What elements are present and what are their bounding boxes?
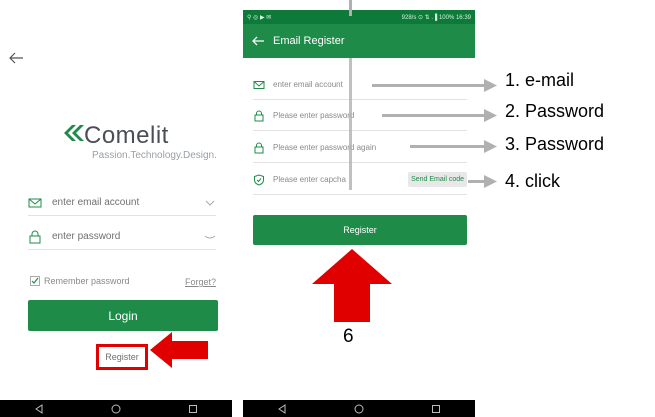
shield-icon — [254, 173, 264, 186]
tagline: Passion.Technology.Design. — [92, 150, 217, 161]
annotation-step2: 2. Password — [505, 101, 605, 121]
comelit-logo-icon — [64, 125, 84, 141]
envelope-icon — [253, 80, 265, 89]
eye-closed-icon[interactable] — [204, 231, 216, 243]
status-bar: ⚲ ◎ ▶ ✉ 928/s ⊙ ⇅ .▐ 100% 16:39 — [243, 10, 475, 24]
login-screen: Comelit Passion.Technology.Design. enter… — [0, 0, 232, 417]
android-navbar — [243, 400, 475, 417]
checkbox-icon[interactable] — [30, 276, 40, 286]
register-screen: ⚲ ◎ ▶ ✉ 928/s ⊙ ⇅ .▐ 100% 16:39 Email Re… — [243, 0, 475, 417]
nav-home-icon[interactable] — [111, 404, 121, 414]
email-field[interactable]: enter email account — [253, 70, 467, 100]
android-navbar — [0, 400, 232, 417]
back-arrow-icon[interactable] — [251, 34, 265, 48]
captcha-field[interactable]: Please enter capcha Send Email code — [253, 165, 467, 195]
nav-recents-icon[interactable] — [431, 404, 441, 414]
nav-back-icon[interactable] — [277, 403, 287, 414]
password-placeholder: Please enter password — [273, 111, 355, 120]
status-text: 928/s ⊙ ⇅ .▐ 100% 16:39 — [401, 14, 471, 21]
annotation-step1: 1. e-mail — [505, 70, 575, 90]
annotation-step3: 3. Password — [505, 134, 605, 154]
password-field[interactable]: Please enter password — [253, 101, 467, 131]
send-email-code-button[interactable]: Send Email code — [408, 172, 467, 187]
envelope-icon — [28, 198, 42, 207]
password-again-placeholder: Please enter password again — [273, 143, 377, 152]
lock-icon — [254, 142, 264, 153]
email-field[interactable]: enter email account — [28, 190, 216, 216]
remember-label: Remember password — [44, 276, 130, 286]
email-placeholder: enter email account — [52, 197, 140, 208]
annotation-step4: 4. click — [505, 171, 561, 191]
password-again-field[interactable]: Please enter password again — [253, 133, 467, 163]
lock-icon — [254, 110, 264, 121]
back-arrow-icon[interactable] — [8, 50, 24, 66]
register-link[interactable]: Register — [96, 344, 148, 370]
register-button[interactable]: Register — [253, 215, 467, 245]
nav-home-icon[interactable] — [354, 404, 364, 414]
status-left-icons: ⚲ ◎ ▶ ✉ — [247, 14, 272, 21]
chevron-down-icon[interactable] — [204, 197, 216, 209]
password-field[interactable]: enter password — [28, 224, 216, 250]
forget-link[interactable]: Forget? — [185, 277, 216, 287]
captcha-placeholder: Please enter capcha — [273, 175, 346, 184]
app-bar: Email Register — [243, 24, 475, 58]
brand-logo: Comelit — [84, 122, 169, 149]
password-placeholder: enter password — [52, 231, 121, 242]
annotation-step6: 6 — [343, 326, 354, 347]
login-button[interactable]: Login — [28, 300, 218, 331]
page-title: Email Register — [273, 35, 345, 47]
lock-icon — [29, 230, 41, 243]
nav-recents-icon[interactable] — [188, 404, 198, 414]
email-placeholder: enter email account — [273, 80, 343, 89]
remember-password[interactable]: Remember password — [30, 276, 130, 286]
nav-back-icon[interactable] — [34, 403, 44, 414]
red-pointer-arrow — [150, 332, 208, 368]
